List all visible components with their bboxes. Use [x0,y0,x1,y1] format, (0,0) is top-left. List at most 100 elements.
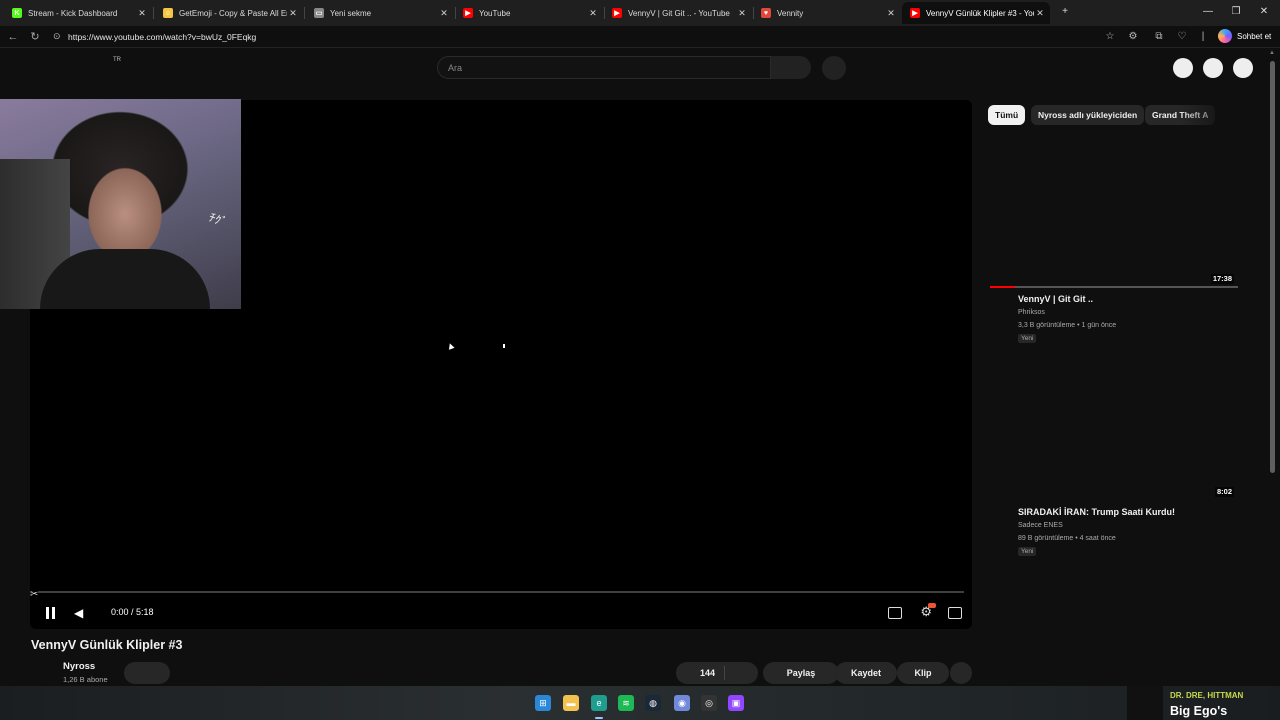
chip-fade [1180,105,1260,125]
scrollbar-thumb[interactable] [1270,61,1275,473]
back-icon[interactable]: ← [6,30,20,44]
recommendation-item[interactable]: 8:02 SIRADAKİ İRAN: Trump Saati Kurdu! S… [988,359,1240,559]
steam-icon[interactable]: ◍ [645,695,661,711]
copilot-button[interactable]: Sohbet et [1218,29,1271,43]
extensions-icon[interactable]: ⚙ [1126,30,1140,44]
now-playing-art [1127,686,1163,720]
minimize-icon[interactable]: — [1198,5,1218,19]
subtitles-icon[interactable] [888,607,902,619]
edge-icon[interactable]: e [591,695,607,711]
like-count: 144 [700,668,716,678]
notifications-button[interactable] [1203,58,1223,78]
browser-tab[interactable]: ▶ VennyV | Git Git .. - YouTube ✕ [604,2,752,24]
voice-search-button[interactable] [822,56,846,80]
new-badge: Yeni [1018,334,1037,343]
progress-bar[interactable] [38,591,964,593]
now-playing-artist: DR. DRE, HITTMAN [1170,691,1244,700]
recommendation-meta: 3,3 B görüntüleme • 1 gün önce [1018,322,1117,329]
url-text: https://www.youtube.com/watch?v=bwUz_0FE… [68,32,257,42]
theater-mode-icon[interactable] [948,607,962,619]
chip-all[interactable]: Tümü [988,105,1026,125]
save-button[interactable]: Kaydet [835,662,897,684]
copilot-label: Sohbet et [1237,31,1272,41]
browser-tab[interactable]: ▶ YouTube ✕ [455,2,603,24]
browser-tab[interactable]: ▭ Yeni sekme ✕ [306,2,454,24]
chip-label: Tümü [995,110,1019,120]
recommendation-channel[interactable]: Sadece ENES [1018,522,1063,529]
site-info-icon[interactable]: ⊙ [53,31,61,42]
favorite-star-icon[interactable]: ☆ [1103,30,1117,44]
windows-start-icon[interactable]: ⊞ [535,695,551,711]
search-button[interactable] [771,56,811,79]
browser-tab-bar: K Stream - Kick Dashboard ✕ ☺ GetEmoji - Cop… [0,0,1280,26]
chip-label: Nyross adlı yükleyiciden [1038,110,1138,120]
pause-button[interactable] [44,606,58,620]
pause-bar [46,607,49,619]
browser-tab[interactable]: ☺ GetEmoji - Copy & Paste All Emoji✕ [155,2,303,24]
time-display: 0:00 / 5:18 [111,607,154,617]
search-placeholder: Ara [448,63,463,73]
reload-icon[interactable]: ↻ [28,30,42,44]
close-tab-icon[interactable]: ✕ [587,8,599,19]
video-thumbnail[interactable] [988,359,1240,501]
copilot-icon [1218,29,1232,43]
watch-progress-fill [990,286,1015,288]
more-actions-button[interactable] [950,662,972,684]
close-tab-icon[interactable]: ✕ [1034,8,1046,19]
subscribe-button[interactable] [124,662,170,684]
url-field[interactable]: ⊙ https://www.youtube.com/watch?v=bwUz_0… [48,29,1124,45]
clip-button[interactable]: Klip [897,662,949,684]
restore-icon[interactable]: ❐ [1226,5,1246,19]
obs-icon[interactable]: ◎ [701,695,717,711]
discord-icon[interactable]: ◉ [674,695,690,711]
page-scrollbar[interactable]: ▲ [1269,49,1277,686]
close-tab-icon[interactable]: ✕ [136,8,148,19]
scroll-up-icon[interactable]: ▲ [1269,50,1275,56]
kick-icon: K [12,8,22,18]
avatar[interactable] [1233,58,1253,78]
close-window-icon[interactable]: ✕ [1254,5,1274,19]
close-tab-icon[interactable]: ✕ [736,8,748,19]
new-tab-icon: ▭ [314,8,324,18]
tab-label: VennyV | Git Git .. - YouTube [628,8,730,18]
video-thumbnail[interactable] [988,146,1240,288]
tab-separator [153,7,154,19]
close-tab-icon[interactable]: ✕ [438,8,450,19]
twitch-icon[interactable]: ▣ [728,695,744,711]
collections-icon[interactable]: ⧉ [1152,30,1166,44]
recommendation-channel[interactable]: Phriksos [1018,309,1045,316]
chip-from-uploader[interactable]: Nyross adlı yükleyiciden [1031,105,1145,125]
browser-tab[interactable]: K Stream - Kick Dashboard ✕ [4,2,152,24]
subscriber-count: 1,26 B abone [63,675,108,684]
like-button[interactable]: 144 [676,662,758,684]
webcam-overlay: ﾁｸﾞ [0,99,241,309]
share-button[interactable]: Paylaş [763,662,839,684]
emoji-icon: ☺ [163,8,173,18]
youtube-icon: ▶ [910,8,920,18]
spotify-icon[interactable]: ≋ [618,695,634,711]
youtube-icon: ▶ [612,8,622,18]
duration-badge: 17:38 [1210,274,1234,284]
hd-badge [928,603,936,608]
language-badge: TR [113,57,121,63]
close-tab-icon[interactable]: ✕ [885,8,897,19]
browser-tab[interactable]: ♥ Vennity ✕ [753,2,901,24]
close-tab-icon[interactable]: ✕ [287,8,299,19]
active-app-indicator [595,717,603,719]
file-explorer-icon[interactable]: ▬ [563,695,579,711]
search-input[interactable]: Ara [437,56,771,79]
channel-name[interactable]: Nyross [63,661,95,672]
tab-separator [304,7,305,19]
new-tab-icon[interactable]: + [1055,5,1075,19]
pause-bar [52,607,55,619]
recommendation-item[interactable]: 17:38 VennyV | Git Git .. Phriksos 3,3 B… [988,146,1240,346]
recommendation-title[interactable]: SIRADAKİ İRAN: Trump Saati Kurdu! [1018,507,1175,517]
create-button[interactable] [1173,58,1193,78]
channel-avatar[interactable] [31,659,57,685]
share-label: Paylaş [786,668,816,678]
browser-tab[interactable]: ▶ VennyV Günlük Klipler #3 - YouTube✕ [902,2,1050,24]
volume-icon[interactable]: ◀ [74,606,83,620]
browser-essentials-icon[interactable]: ♡ [1175,30,1189,44]
save-label: Kaydet [850,668,881,678]
recommendation-title[interactable]: VennyV | Git Git .. [1018,294,1093,304]
